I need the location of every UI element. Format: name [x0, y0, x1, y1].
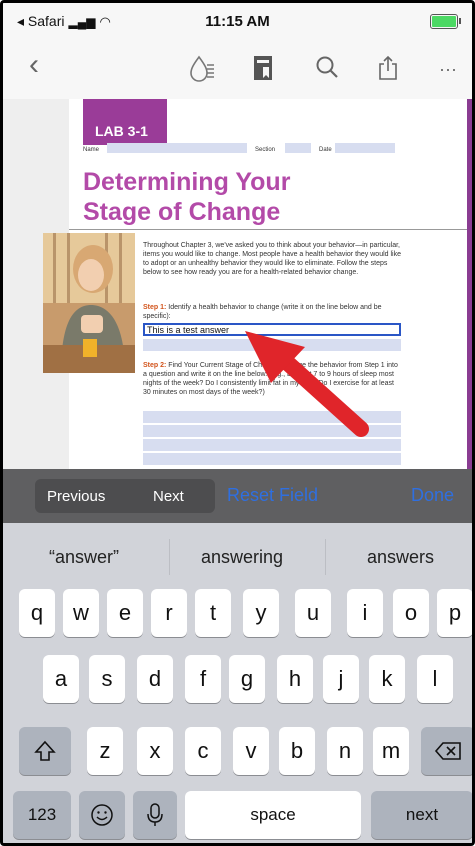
name-field[interactable] — [107, 143, 247, 153]
chevron-left-icon[interactable]: ‹ — [29, 50, 39, 80]
microphone-icon — [147, 803, 163, 826]
step1-text: Identify a health behavior to change (wr… — [143, 304, 382, 320]
key-r[interactable]: r — [151, 589, 187, 637]
keyboard-accessory-bar: Previous Next Reset Field Done — [3, 469, 472, 523]
key-d[interactable]: d — [137, 655, 173, 703]
page-edge — [467, 99, 472, 469]
key-p[interactable]: p — [437, 589, 472, 637]
key-z[interactable]: z — [87, 727, 123, 775]
suggestion-1[interactable]: “answer” — [49, 547, 119, 568]
key-k[interactable]: k — [369, 655, 405, 703]
key-x[interactable]: x — [137, 727, 173, 775]
key-q[interactable]: q — [19, 589, 55, 637]
numbers-key[interactable]: 123 — [13, 791, 71, 839]
space-key[interactable]: space — [185, 791, 361, 839]
date-label: Date — [319, 147, 332, 153]
more-icon[interactable]: ··· — [439, 55, 457, 83]
divider — [69, 229, 467, 230]
key-v[interactable]: v — [233, 727, 269, 775]
name-label: Name — [83, 147, 100, 153]
key-b[interactable]: b — [279, 727, 315, 775]
key-c[interactable]: c — [185, 727, 221, 775]
key-h[interactable]: h — [277, 655, 313, 703]
key-n[interactable]: n — [327, 727, 363, 775]
clock: 11:15 AM — [205, 13, 270, 30]
emoji-icon — [91, 804, 113, 826]
suggestion-divider — [169, 539, 170, 575]
status-bar: ◂ Safari ▂▄▆ ◠ 11:15 AM — [3, 3, 472, 39]
woman-photo — [43, 233, 135, 373]
key-t[interactable]: t — [195, 589, 231, 637]
key-a[interactable]: a — [43, 655, 79, 703]
key-u[interactable]: u — [295, 589, 331, 637]
suggestion-divider — [325, 539, 326, 575]
key-i[interactable]: i — [347, 589, 383, 637]
key-f[interactable]: f — [185, 655, 221, 703]
page-title: Determining Your Stage of Change — [83, 167, 403, 227]
suggestion-2[interactable]: answering — [201, 547, 283, 568]
backspace-key[interactable] — [421, 727, 472, 775]
screen: ◂ Safari ▂▄▆ ◠ 11:15 AM ‹ ··· LAB 3-1 Na… — [0, 0, 475, 846]
next-field-button[interactable]: Next — [153, 488, 184, 505]
step2-answer-line-4[interactable] — [143, 453, 401, 465]
key-j[interactable]: j — [323, 655, 359, 703]
done-button[interactable]: Done — [411, 485, 454, 506]
reader-icon[interactable] — [189, 55, 215, 90]
suggestion-3[interactable]: answers — [367, 547, 434, 568]
title-line-1: Determining Your — [83, 168, 291, 196]
key-e[interactable]: e — [107, 589, 143, 637]
viewer-toolbar: ‹ ··· — [3, 39, 472, 100]
share-icon[interactable] — [377, 55, 399, 88]
key-m[interactable]: m — [373, 727, 409, 775]
search-icon[interactable] — [315, 55, 339, 88]
key-w[interactable]: w — [63, 589, 99, 637]
return-key[interactable]: next — [371, 791, 472, 839]
red-arrow-annotation — [245, 331, 369, 437]
step1-label: Step 1: — [143, 304, 167, 311]
battery-icon — [430, 14, 461, 29]
step2-label: Step 2: — [143, 362, 167, 369]
key-o[interactable]: o — [393, 589, 429, 637]
key-g[interactable]: g — [229, 655, 265, 703]
backspace-icon — [434, 742, 461, 760]
reset-field-button[interactable]: Reset Field — [227, 485, 318, 506]
key-s[interactable]: s — [89, 655, 125, 703]
section-field[interactable] — [285, 143, 311, 153]
keyboard: “answer” answering answers q w e r t y u… — [3, 523, 472, 843]
title-line-2: Stage of Change — [83, 198, 281, 226]
intro-text: Throughout Chapter 3, we've asked you to… — [143, 242, 401, 276]
dictation-key[interactable] — [133, 791, 177, 839]
previous-button[interactable]: Previous — [47, 488, 105, 505]
bookmark-icon[interactable] — [253, 55, 273, 88]
shift-icon — [34, 740, 56, 761]
step2-answer-line-3[interactable] — [143, 439, 401, 451]
date-field[interactable] — [335, 143, 395, 153]
section-label: Section — [255, 147, 276, 153]
key-y[interactable]: y — [243, 589, 279, 637]
step1: Step 1: Identify a health behavior to ch… — [143, 303, 401, 321]
emoji-key[interactable] — [79, 791, 125, 839]
key-l[interactable]: l — [417, 655, 453, 703]
shift-key[interactable] — [19, 727, 71, 775]
lab-label: LAB 3-1 — [95, 123, 148, 139]
